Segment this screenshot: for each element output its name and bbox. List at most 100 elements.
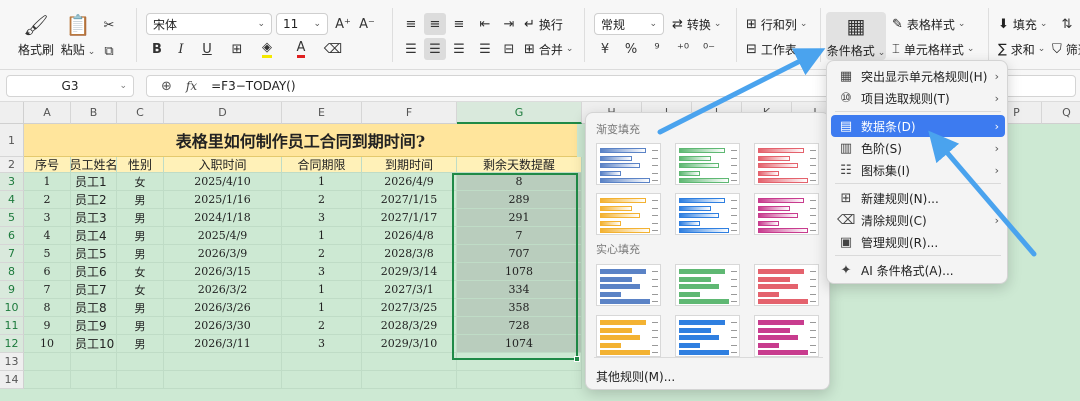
empty-cell[interactable] [282, 353, 362, 371]
table-cell[interactable]: 女 [117, 263, 164, 281]
row-header[interactable]: 3 [0, 173, 24, 191]
table-cell[interactable]: 1 [282, 173, 362, 191]
row-header[interactable]: 6 [0, 227, 24, 245]
table-cell[interactable]: 2026/4/9 [362, 173, 457, 191]
sum-button[interactable]: ∑ 求和 ⌄ [998, 38, 1045, 60]
indent-decrease-button[interactable]: ⇤ [474, 13, 496, 35]
solid-data-bar-option[interactable] [596, 315, 661, 357]
select-all-corner[interactable] [0, 102, 24, 124]
column-title-cell[interactable]: 员工姓名 [71, 157, 117, 173]
column-title-cell[interactable]: 序号 [24, 157, 71, 173]
row-header[interactable]: 4 [0, 191, 24, 209]
table-cell[interactable]: 男 [117, 317, 164, 335]
percent-button[interactable]: % [620, 38, 642, 60]
gradient-data-bar-option[interactable] [596, 143, 661, 185]
empty-cell[interactable] [24, 353, 71, 371]
align-bottom-button[interactable]: ≡ [448, 13, 470, 35]
empty-cell[interactable] [282, 371, 362, 389]
table-cell[interactable]: 男 [117, 209, 164, 227]
solid-data-bar-option[interactable] [596, 264, 661, 306]
solid-data-bar-option[interactable] [675, 264, 740, 306]
table-cell[interactable]: 2025/4/10 [164, 173, 282, 191]
column-header[interactable]: F [362, 102, 457, 124]
empty-cell[interactable] [457, 371, 582, 389]
menu-item-new-rule[interactable]: ⊞ 新建规则(N)... [831, 187, 1005, 209]
menu-item-top-bottom[interactable]: ⑩ 项目选取规则(T) › [831, 87, 1005, 109]
table-cell[interactable]: 2026/3/11 [164, 335, 282, 353]
table-cell[interactable]: 8 [24, 299, 71, 317]
column-title-cell[interactable]: 剩余天数提醒 [457, 157, 582, 173]
format-painter-button[interactable]: 🖌 格式刷 [14, 12, 58, 58]
table-cell[interactable]: 男 [117, 227, 164, 245]
distributed-button[interactable]: ⊟ [498, 38, 520, 60]
table-cell[interactable]: 6 [24, 263, 71, 281]
table-cell[interactable]: 334 [457, 281, 582, 299]
row-header[interactable]: 11 [0, 317, 24, 335]
menu-item-manage-rules[interactable]: ▣ 管理规则(R)... [831, 231, 1005, 253]
grow-font-button[interactable]: A⁺ [332, 13, 354, 35]
row-header[interactable]: 8 [0, 263, 24, 281]
table-cell[interactable]: 2024/1/18 [164, 209, 282, 227]
table-cell[interactable]: 2026/4/8 [362, 227, 457, 245]
number-format-select[interactable]: 常规 ⌄ [594, 13, 664, 35]
table-cell[interactable]: 1 [282, 299, 362, 317]
empty-cell[interactable] [362, 353, 457, 371]
gradient-data-bar-option[interactable] [675, 193, 740, 235]
shrink-font-button[interactable]: A⁻ [356, 13, 378, 35]
empty-cell[interactable] [457, 353, 582, 371]
column-title-cell[interactable]: 性别 [117, 157, 164, 173]
filter-button[interactable]: ⛉筛选 [1052, 38, 1080, 60]
row-header[interactable]: 5 [0, 209, 24, 227]
table-cell[interactable]: 女 [117, 281, 164, 299]
column-header[interactable]: E [282, 102, 362, 124]
table-cell[interactable]: 8 [457, 173, 582, 191]
empty-cell[interactable] [164, 371, 282, 389]
table-cell[interactable]: 2027/3/1 [362, 281, 457, 299]
table-cell[interactable]: 2027/3/25 [362, 299, 457, 317]
table-cell[interactable]: 2026/3/9 [164, 245, 282, 263]
table-cell[interactable]: 3 [282, 209, 362, 227]
gradient-data-bar-option[interactable] [754, 143, 819, 185]
table-cell[interactable]: 1074 [457, 335, 582, 353]
table-cell[interactable]: 4 [24, 227, 71, 245]
underline-button[interactable]: U [196, 38, 218, 60]
gradient-data-bar-option[interactable] [675, 143, 740, 185]
table-cell[interactable]: 2025/4/9 [164, 227, 282, 245]
solid-data-bar-option[interactable] [754, 315, 819, 357]
menu-item-color-scale[interactable]: ▥ 色阶(S) › [831, 137, 1005, 159]
zoom-icon[interactable]: ⊕ [161, 79, 172, 94]
table-cell[interactable]: 员工1 [71, 173, 117, 191]
table-cell[interactable]: 员工3 [71, 209, 117, 227]
thousands-button[interactable]: ⁹ [646, 38, 668, 60]
font-name-select[interactable]: 宋体 ⌄ [146, 13, 272, 35]
column-title-cell[interactable]: 合同期限 [282, 157, 362, 173]
table-cell[interactable]: 男 [117, 299, 164, 317]
align-center-button[interactable]: ☰ [424, 38, 446, 60]
table-cell[interactable]: 707 [457, 245, 582, 263]
cut-button[interactable]: ✂ [98, 14, 120, 36]
clear-format-button[interactable]: ⌫ [322, 38, 344, 60]
wrap-text-button[interactable]: ↵ 换行 [524, 13, 563, 35]
table-cell[interactable]: 2 [282, 317, 362, 335]
table-cell[interactable]: 2 [24, 191, 71, 209]
align-top-button[interactable]: ≡ [400, 13, 422, 35]
table-cell[interactable]: 2026/3/15 [164, 263, 282, 281]
column-header[interactable]: G [457, 102, 582, 124]
table-cell[interactable]: 女 [117, 173, 164, 191]
menu-item-icon-sets[interactable]: ☷ 图标集(I) › [831, 159, 1005, 181]
table-cell[interactable]: 5 [24, 245, 71, 263]
decrease-decimal-button[interactable]: ⁰⁻ [698, 38, 720, 60]
fill-button[interactable]: ⬇ 填充 ⌄ [998, 13, 1047, 35]
table-cell[interactable]: 男 [117, 245, 164, 263]
table-cell[interactable]: 7 [24, 281, 71, 299]
table-cell[interactable]: 9 [24, 317, 71, 335]
row-header[interactable]: 10 [0, 299, 24, 317]
font-size-select[interactable]: 11 ⌄ [276, 13, 328, 35]
empty-cell[interactable] [164, 353, 282, 371]
worksheet-button[interactable]: ⊟ 工作表 ⌄ [746, 38, 807, 60]
table-cell[interactable]: 1 [282, 227, 362, 245]
table-cell[interactable]: 7 [457, 227, 582, 245]
menu-item-highlight-cells[interactable]: ▦ 突出显示单元格规则(H) › [831, 65, 1005, 87]
empty-cell[interactable] [362, 371, 457, 389]
table-cell[interactable]: 2026/3/2 [164, 281, 282, 299]
